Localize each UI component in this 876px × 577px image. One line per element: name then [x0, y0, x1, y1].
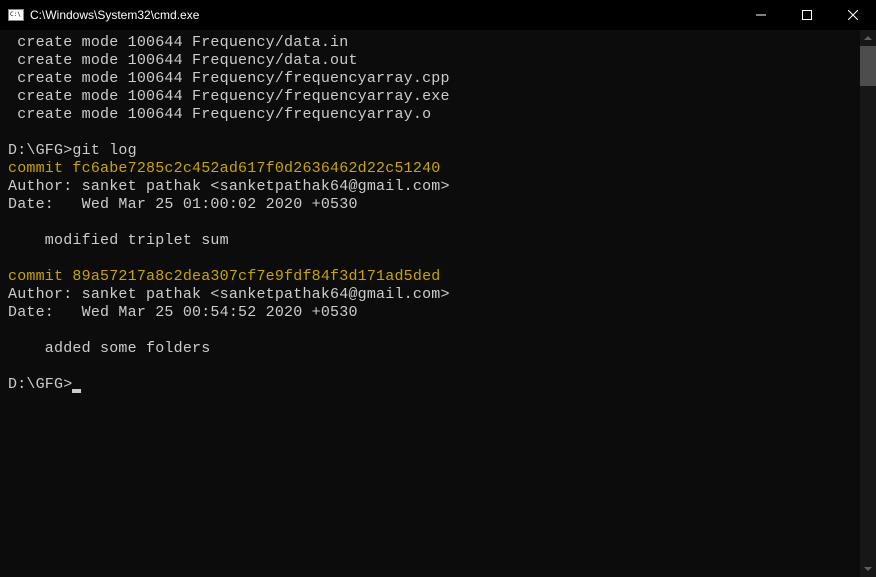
scroll-thumb[interactable]: [860, 46, 876, 86]
titlebar-controls: [738, 0, 876, 30]
minimize-icon: [756, 10, 766, 20]
commit-hash-line: commit fc6abe7285c2c452ad617f0d2636462d2…: [8, 160, 440, 177]
scrollbar[interactable]: [860, 30, 876, 577]
window-title: C:\Windows\System32\cmd.exe: [30, 8, 199, 22]
minimize-button[interactable]: [738, 0, 784, 30]
prompt-line: D:\GFG>: [8, 376, 72, 393]
chevron-up-icon: [864, 36, 872, 40]
output-line: create mode 100644 Frequency/frequencyar…: [8, 88, 450, 105]
commit-hash-line: commit 89a57217a8c2dea307cf7e9fdf84f3d17…: [8, 268, 440, 285]
cmd-window: C:\Windows\System32\cmd.exe create mode …: [0, 0, 876, 577]
output-line: create mode 100644 Frequency/data.in: [8, 34, 348, 51]
close-button[interactable]: [830, 0, 876, 30]
titlebar-left: C:\Windows\System32\cmd.exe: [8, 8, 199, 22]
prompt-line: D:\GFG>git log: [8, 142, 137, 159]
output-line: create mode 100644 Frequency/data.out: [8, 52, 358, 69]
author-line: Author: sanket pathak <sanketpathak64@gm…: [8, 178, 450, 195]
close-icon: [848, 10, 858, 20]
cursor: [72, 389, 81, 393]
output-line: create mode 100644 Frequency/frequencyar…: [8, 106, 431, 123]
commit-message: added some folders: [8, 340, 210, 357]
author-line: Author: sanket pathak <sanketpathak64@gm…: [8, 286, 450, 303]
terminal-area: create mode 100644 Frequency/data.in cre…: [0, 30, 876, 577]
scroll-track[interactable]: [860, 46, 876, 561]
output-line: create mode 100644 Frequency/frequencyar…: [8, 70, 450, 87]
maximize-icon: [802, 10, 812, 20]
cmd-icon: [8, 9, 24, 21]
scroll-up-arrow[interactable]: [860, 30, 876, 46]
commit-message: modified triplet sum: [8, 232, 229, 249]
date-line: Date: Wed Mar 25 01:00:02 2020 +0530: [8, 196, 358, 213]
scroll-down-arrow[interactable]: [860, 561, 876, 577]
terminal-output[interactable]: create mode 100644 Frequency/data.in cre…: [0, 30, 860, 577]
titlebar[interactable]: C:\Windows\System32\cmd.exe: [0, 0, 876, 30]
date-line: Date: Wed Mar 25 00:54:52 2020 +0530: [8, 304, 358, 321]
chevron-down-icon: [864, 567, 872, 571]
maximize-button[interactable]: [784, 0, 830, 30]
